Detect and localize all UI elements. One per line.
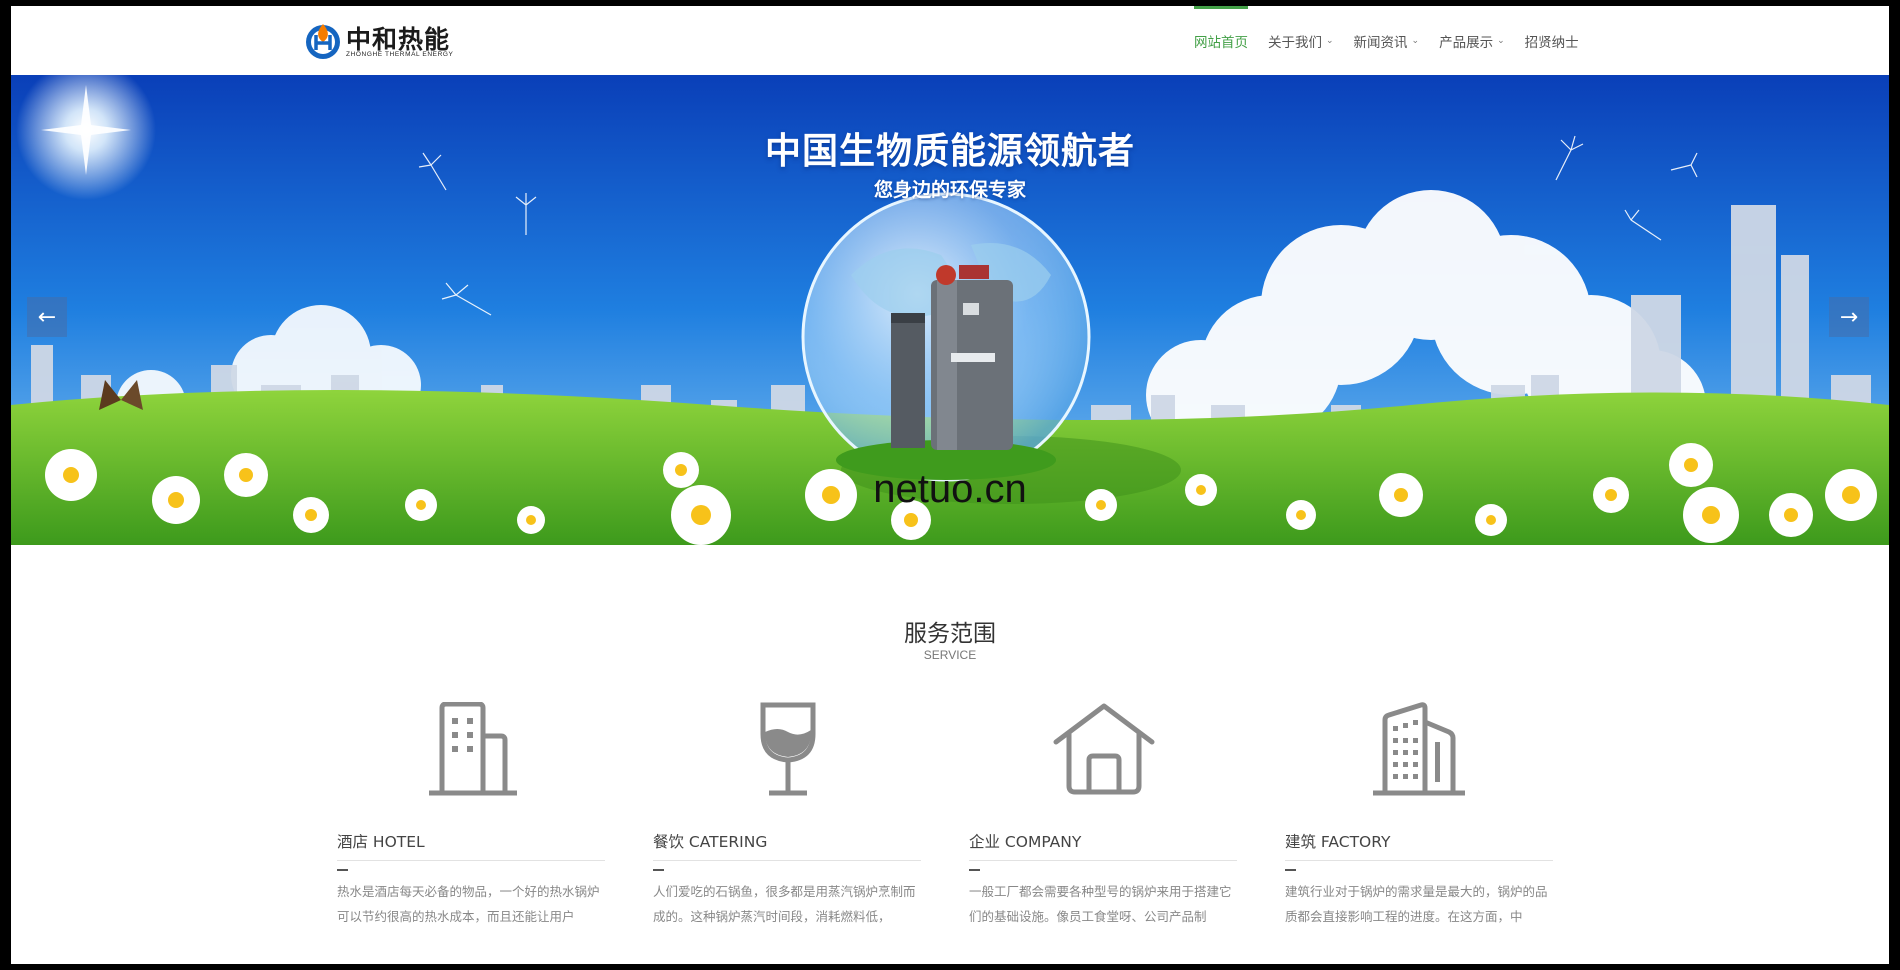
carousel-next-button[interactable]: → [1829,297,1869,337]
section-subtitle: SERVICE [923,648,977,662]
service-description: 热水是酒店每天必备的物品，一个好的热水锅炉可以节约很高的热水成本，而且还能让用户 [337,884,600,924]
factory-building-icon [1373,702,1465,796]
logo-flame-icon [306,24,340,59]
accent-dash [1285,869,1296,871]
nav-item-careers[interactable]: 招贤纳士 [1525,6,1579,75]
nav-item-label: 网站首页 [1194,34,1248,51]
hero-banner: 中国生物质能源领航者 您身边的环保专家 netuo.cn ← → [11,75,1889,545]
service-description: 建筑行业对于锅炉的需求量是最大的，锅炉的品质都会直接影响工程的进度。在这方面，中 [1285,884,1548,924]
hotel-building-icon [429,702,517,796]
divider [969,860,1237,861]
service-card-company[interactable]: 企业 COMPANY 一般工厂都会需要各种型号的锅炉来用于搭建它们的基础设施。像… [969,702,1237,962]
nav-item-label: 新闻资讯 [1353,34,1408,51]
chevron-down-icon: ⌄ [1411,35,1420,46]
accent-dash [337,869,348,871]
service-title: 餐饮 CATERING [653,833,768,851]
service-card-hotel[interactable]: 酒店 HOTEL 热水是酒店每天必备的物品，一个好的热水锅炉可以节约很高的热水成… [337,702,605,962]
section-title: 服务范围 [904,621,996,647]
divider [653,860,921,861]
nav-item-label: 产品展示 [1439,34,1494,51]
nav-item-products[interactable]: 产品展示 ⌄ [1439,6,1505,75]
banner-title: 中国生物质能源领航者 [764,131,1135,172]
nav-item-label: 招贤纳士 [1524,34,1579,51]
nav-item-home[interactable]: 网站首页 [1194,6,1248,75]
arrow-right-icon: → [1839,304,1859,330]
chevron-down-icon: ⌄ [1497,35,1505,46]
wine-glass-icon [760,702,816,796]
house-icon [1053,703,1155,795]
accent-dash [969,869,980,871]
arrow-left-icon: ← [37,304,57,330]
main-nav: 网站首页 关于我们 ⌄ 新闻资讯 ⌄ 产品展示 ⌄ 招贤纳士 [1194,6,1599,75]
nav-item-news[interactable]: 新闻资讯 ⌄ [1354,6,1420,75]
nav-item-about[interactable]: 关于我们 ⌄ [1268,6,1334,75]
divider [337,860,605,861]
nav-item-label: 关于我们 [1268,34,1322,51]
chevron-down-icon: ⌄ [1326,35,1334,46]
service-title: 企业 COMPANY [969,833,1082,851]
watermark-text: netuo.cn [873,467,1027,511]
service-description: 一般工厂都会需要各种型号的锅炉来用于搭建它们的基础设施。像员工食堂呀、公司产品制 [969,884,1232,924]
service-card-factory[interactable]: 建筑 FACTORY 建筑行业对于锅炉的需求量是最大的，锅炉的品质都会直接影响工… [1285,702,1553,962]
accent-dash [653,869,664,871]
service-title: 建筑 FACTORY [1285,833,1391,851]
site-logo[interactable]: 中和热能 ZHONGHE THERMAL ENERGY [303,18,463,64]
carousel-prev-button[interactable]: ← [27,297,67,337]
page: 中和热能 ZHONGHE THERMAL ENERGY 网站首页 关于我们 ⌄ … [11,6,1889,964]
logo-subtitle: ZHONGHE THERMAL ENERGY [346,51,454,58]
site-header: 中和热能 ZHONGHE THERMAL ENERGY 网站首页 关于我们 ⌄ … [11,6,1889,75]
service-card-catering[interactable]: 餐饮 CATERING 人们爱吃的石锅鱼，很多都是用蒸汽锅炉烹制而成的。这种锅炉… [653,702,921,962]
service-title: 酒店 HOTEL [337,833,425,851]
divider [1285,860,1553,861]
banner-subtitle: 您身边的环保专家 [873,179,1026,201]
service-description: 人们爱吃的石锅鱼，很多都是用蒸汽锅炉烹制而成的。这种锅炉蒸汽时间段，消耗燃料低， [653,884,916,924]
